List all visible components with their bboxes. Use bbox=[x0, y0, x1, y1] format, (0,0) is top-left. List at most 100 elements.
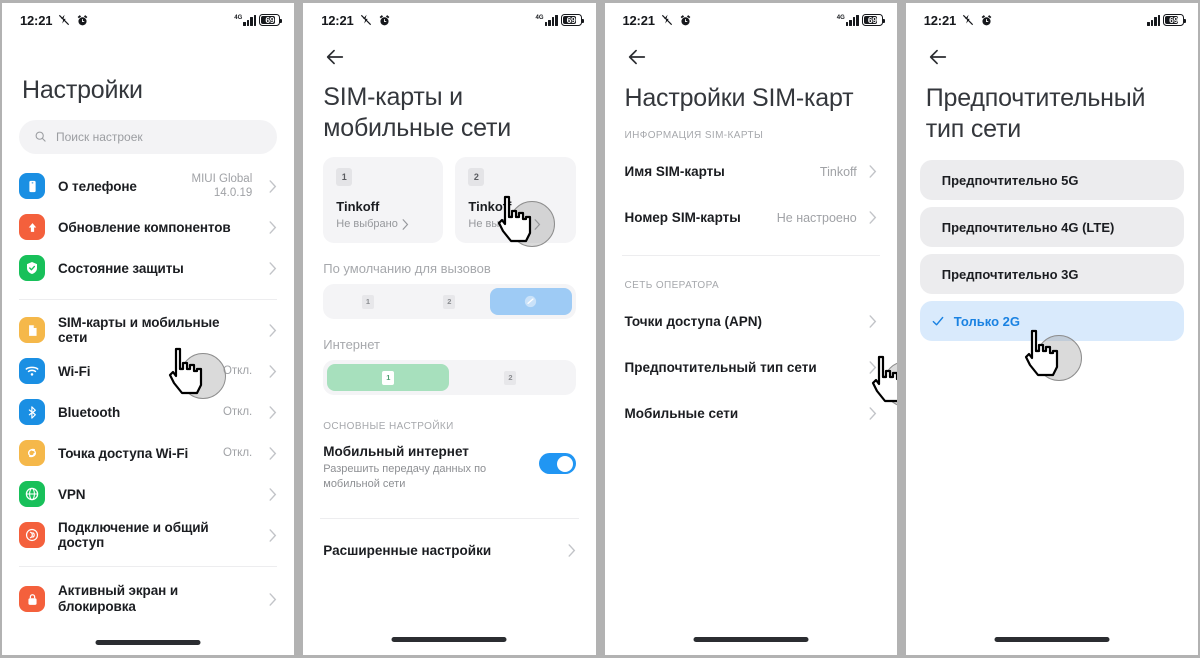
calls-segment-2[interactable]: 2 bbox=[409, 288, 490, 315]
sim-operator-name: Tinkoff bbox=[468, 199, 512, 214]
chevron-right-icon bbox=[265, 592, 277, 606]
mobile-data-toggle[interactable] bbox=[538, 453, 576, 474]
home-indicator bbox=[693, 637, 809, 642]
sidebar-item-sim-and-mobile-networks[interactable]: SIM-карты и мобильные сети bbox=[19, 310, 277, 351]
row-label: Обновление компонентов bbox=[58, 219, 231, 235]
back-arrow-icon[interactable] bbox=[324, 46, 346, 68]
internet-segmented-control: 1 2 bbox=[323, 360, 576, 395]
sidebar-item-connection-and-sharing[interactable]: Подключение и общий доступ bbox=[19, 515, 277, 556]
sim-status-text: Не выбрано bbox=[336, 218, 398, 230]
signal-bars-icon: 4G bbox=[536, 14, 558, 26]
option-2g-only[interactable]: Только 2G bbox=[919, 301, 1184, 341]
status-bar-clock: 12:21 bbox=[20, 12, 53, 28]
chevron-right-icon bbox=[402, 218, 409, 230]
sidebar-item-wifi-hotspot[interactable]: Точка доступа Wi-Fi Откл. bbox=[19, 433, 277, 474]
chevron-right-icon bbox=[265, 487, 277, 501]
chevron-right-icon bbox=[265, 528, 277, 542]
chevron-right-icon bbox=[265, 323, 277, 337]
row-preferred-network-type[interactable]: Предпочтительный тип сети bbox=[605, 345, 897, 391]
chevron-right-icon bbox=[265, 261, 277, 275]
advanced-settings-row[interactable]: Расширенные настройки bbox=[303, 531, 595, 571]
option-prefer-4g-lte[interactable]: Предпочтительно 4G (LTE) bbox=[919, 207, 1184, 247]
sim-card-icon bbox=[19, 317, 45, 343]
back-arrow-icon[interactable] bbox=[927, 46, 949, 68]
page-title: Предпочтительный тип сети bbox=[925, 84, 1146, 143]
row-label: Точки доступа (APN) bbox=[624, 314, 762, 329]
hotspot-icon bbox=[19, 440, 45, 466]
row-label: Имя SIM-карты bbox=[624, 164, 725, 179]
calls-segment-ask[interactable] bbox=[490, 288, 572, 315]
page-title: Настройки SIM-карт bbox=[624, 84, 854, 112]
chevron-right-icon bbox=[265, 446, 277, 460]
status-bar-right: 4G 69 bbox=[536, 14, 584, 26]
chevron-right-icon bbox=[865, 407, 877, 420]
row-label: VPN bbox=[58, 486, 86, 502]
search-icon bbox=[35, 131, 46, 142]
sidebar-item-vpn[interactable]: VPN bbox=[19, 474, 277, 515]
chevron-right-icon bbox=[564, 544, 576, 557]
chevron-right-icon bbox=[865, 315, 877, 328]
back-arrow-icon[interactable] bbox=[626, 46, 648, 68]
section-header-main-settings: ОСНОВНЫЕ НАСТРОЙКИ bbox=[323, 421, 454, 432]
settings-group-3: Активный экран и блокировка bbox=[2, 577, 294, 620]
slot-chip: 1 bbox=[361, 294, 374, 309]
sidebar-item-wifi[interactable]: Wi-Fi Откл. bbox=[19, 351, 277, 392]
chevron-right-icon bbox=[265, 364, 277, 378]
status-bar: 12:21 4G 69 bbox=[303, 3, 595, 37]
calls-segment-1[interactable]: 1 bbox=[327, 288, 408, 315]
mobile-data-subtitle: Разрешить передачу данных по мобильной с… bbox=[323, 463, 487, 490]
status-bar-right: 4G 69 bbox=[837, 14, 885, 26]
back-bar bbox=[303, 37, 595, 77]
row-label: Подключение и общий доступ bbox=[58, 520, 209, 550]
row-value: Tinkoff bbox=[819, 164, 857, 179]
sidebar-item-component-update[interactable]: Обновление компонентов bbox=[19, 207, 277, 248]
sim-operator-name: Tinkoff bbox=[336, 199, 380, 214]
divider bbox=[19, 298, 278, 300]
battery-icon: 69 bbox=[259, 14, 283, 26]
row-value: Откл. bbox=[222, 446, 253, 459]
sidebar-item-bluetooth[interactable]: Bluetooth Откл. bbox=[19, 392, 277, 433]
row-label: Состояние защиты bbox=[58, 260, 184, 276]
page-title: SIM-карты и мобильные сети bbox=[323, 83, 512, 142]
sidebar-item-lockscreen[interactable]: Активный экран и блокировка bbox=[19, 579, 277, 620]
option-label: Предпочтительно 3G bbox=[941, 266, 1079, 282]
screenshot-strip: 12:21 4G 69 Настройки Поиск настроек О т… bbox=[0, 0, 1200, 658]
status-bar-left: 12:21 bbox=[623, 13, 692, 28]
row-access-points-apn[interactable]: Точки доступа (APN) bbox=[605, 299, 897, 345]
mute-icon bbox=[360, 14, 371, 26]
shield-check-icon bbox=[19, 255, 45, 281]
option-prefer-5g[interactable]: Предпочтительно 5G bbox=[919, 160, 1184, 200]
search-input[interactable] bbox=[56, 129, 263, 144]
row-sim-name[interactable]: Имя SIM-карты Tinkoff bbox=[605, 149, 897, 195]
alarm-icon bbox=[981, 14, 992, 25]
wifi-icon bbox=[19, 358, 45, 384]
chevron-right-icon bbox=[265, 220, 277, 234]
share-icon bbox=[19, 522, 45, 548]
bluetooth-icon bbox=[19, 399, 45, 425]
signal-bars-icon bbox=[1147, 14, 1160, 26]
sidebar-item-about-phone[interactable]: О телефоне MIUI Global 14.0.19 bbox=[19, 166, 277, 207]
row-sim-number[interactable]: Номер SIM-карты Не настроено bbox=[605, 195, 897, 241]
option-label: Только 2G bbox=[953, 313, 1020, 329]
search-bar[interactable] bbox=[19, 119, 278, 154]
sim-slot-badge: 1 bbox=[336, 168, 353, 186]
row-label: Точка доступа Wi-Fi bbox=[58, 445, 189, 461]
mute-icon bbox=[962, 14, 974, 26]
row-label: Активный экран и блокировка bbox=[58, 582, 179, 614]
row-mobile-networks[interactable]: Мобильные сети bbox=[605, 391, 897, 437]
sidebar-item-security-status[interactable]: Состояние защиты bbox=[19, 248, 277, 289]
internet-segment-1[interactable]: 1 bbox=[327, 364, 450, 391]
slot-chip: 2 bbox=[443, 294, 456, 309]
status-bar-left: 12:21 bbox=[924, 13, 993, 28]
option-prefer-3g[interactable]: Предпочтительно 3G bbox=[919, 254, 1184, 294]
battery-icon: 69 bbox=[560, 14, 584, 26]
home-indicator bbox=[95, 640, 201, 645]
sim-card-tile-2[interactable]: 2 Tinkoff Не выбрано bbox=[455, 157, 576, 243]
mobile-data-row[interactable]: Мобильный интернет Разрешить передачу да… bbox=[303, 444, 595, 492]
status-bar-clock: 12:21 bbox=[622, 12, 655, 28]
sim-card-tile-1[interactable]: 1 Tinkoff Не выбрано bbox=[323, 157, 444, 243]
row-value: Откл. bbox=[222, 405, 253, 418]
section-header-operator-network: СЕТЬ ОПЕРАТОРА bbox=[624, 279, 720, 291]
row-label: Предпочтительный тип сети bbox=[624, 360, 817, 375]
internet-segment-2[interactable]: 2 bbox=[449, 364, 571, 391]
